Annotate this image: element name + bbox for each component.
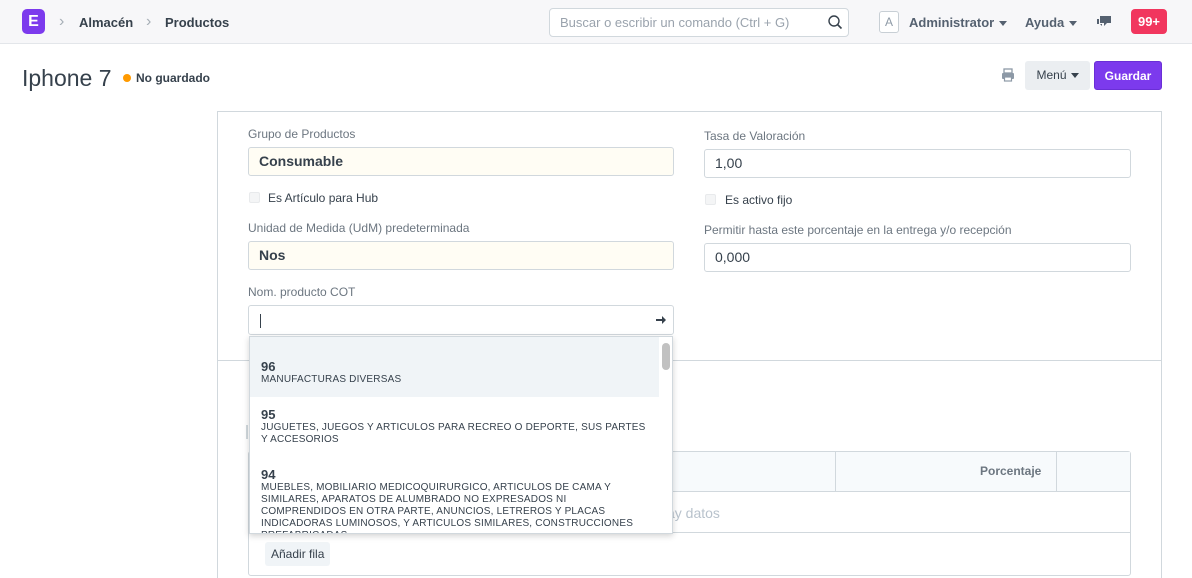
avatar[interactable]: A	[879, 11, 899, 33]
navbar: E › Almacén › Productos A Administrator …	[0, 0, 1192, 44]
menu-button[interactable]: Menú	[1025, 61, 1090, 90]
dropdown-item-code: 95	[261, 407, 276, 422]
default-uom-field[interactable]: Nos	[248, 241, 674, 270]
breadcrumb-productos[interactable]: Productos	[165, 15, 229, 30]
allowance-percent-label: Permitir hasta este porcentaje en la ent…	[704, 223, 1012, 237]
dropdown-item[interactable]: 95 JUGUETES, JUEGOS Y ARTICULOS PARA REC…	[250, 397, 659, 455]
search-bar	[549, 8, 849, 37]
fixed-asset-checkbox[interactable]	[705, 194, 716, 205]
fixed-asset-label: Es activo fijo	[725, 193, 793, 207]
cot-product-label: Nom. producto COT	[248, 285, 356, 299]
dropdown-item-description: MANUFACTURAS DIVERSAS	[261, 374, 402, 385]
caret-down-icon	[1069, 21, 1078, 27]
unsaved-indicator-dot	[123, 74, 131, 82]
allowance-percent-field[interactable]: 0,000	[704, 243, 1131, 272]
user-menu-label: Administrator	[909, 15, 995, 30]
user-menu[interactable]: Administrator	[909, 15, 1008, 30]
help-menu[interactable]: Ayuda	[1025, 15, 1078, 30]
empty-table-text: ay datos	[667, 505, 720, 521]
page-title: Iphone 7	[22, 65, 112, 91]
dropdown-item-code: 96	[261, 359, 276, 374]
column-divider	[835, 452, 836, 492]
save-button[interactable]: Guardar	[1094, 61, 1162, 90]
dropdown-item[interactable]: 94 MUEBLES, MOBILIARIO MEDICOQUIRURGICO,…	[250, 457, 659, 533]
menu-button-label: Menú	[1036, 68, 1067, 82]
caret-down-icon	[999, 21, 1008, 27]
product-group-field[interactable]: Consumable	[248, 147, 674, 176]
header-percentage: Porcentaje	[980, 464, 1042, 478]
dropdown-item-description: JUGUETES, JUEGOS Y ARTICULOS PARA RECREO…	[261, 422, 646, 445]
caret-down-icon	[1070, 73, 1079, 79]
dropdown-item-code: 94	[261, 467, 276, 482]
search-input[interactable]	[550, 9, 810, 36]
chat-icon[interactable]	[1096, 15, 1112, 29]
print-icon[interactable]	[1001, 68, 1015, 82]
valuation-rate-label: Tasa de Valoración	[704, 129, 806, 143]
chevron-right-icon: ›	[146, 13, 152, 30]
help-menu-label: Ayuda	[1025, 15, 1065, 30]
dropdown-item-description: MUEBLES, MOBILIARIO MEDICOQUIRURGICO, AR…	[261, 482, 634, 533]
dropdown-item[interactable]: 96 MANUFACTURAS DIVERSAS	[250, 337, 659, 397]
valuation-rate-field[interactable]: 1,00	[704, 149, 1131, 178]
app-logo[interactable]: E	[22, 9, 45, 34]
status-label: No guardado	[136, 71, 210, 85]
column-divider	[1056, 452, 1057, 492]
product-group-label: Grupo de Productos	[248, 127, 356, 141]
breadcrumb-almacen[interactable]: Almacén	[79, 15, 133, 30]
hub-item-checkbox[interactable]	[249, 192, 260, 203]
hub-item-label: Es Artículo para Hub	[268, 191, 379, 205]
dropdown-scrollbar[interactable]	[662, 343, 670, 370]
arrow-right-icon[interactable]	[655, 314, 667, 326]
default-uom-label: Unidad de Medida (UdM) predeterminada	[248, 221, 470, 235]
add-row-button[interactable]: Añadir fila	[265, 542, 331, 566]
cot-product-input[interactable]	[248, 305, 674, 335]
text-cursor	[260, 314, 261, 328]
chevron-right-icon: ›	[59, 13, 65, 30]
search-icon[interactable]	[827, 14, 843, 30]
notification-badge[interactable]: 99+	[1131, 9, 1167, 34]
autocomplete-dropdown: 96 MANUFACTURAS DIVERSAS 95 JUGUETES, JU…	[249, 336, 673, 534]
